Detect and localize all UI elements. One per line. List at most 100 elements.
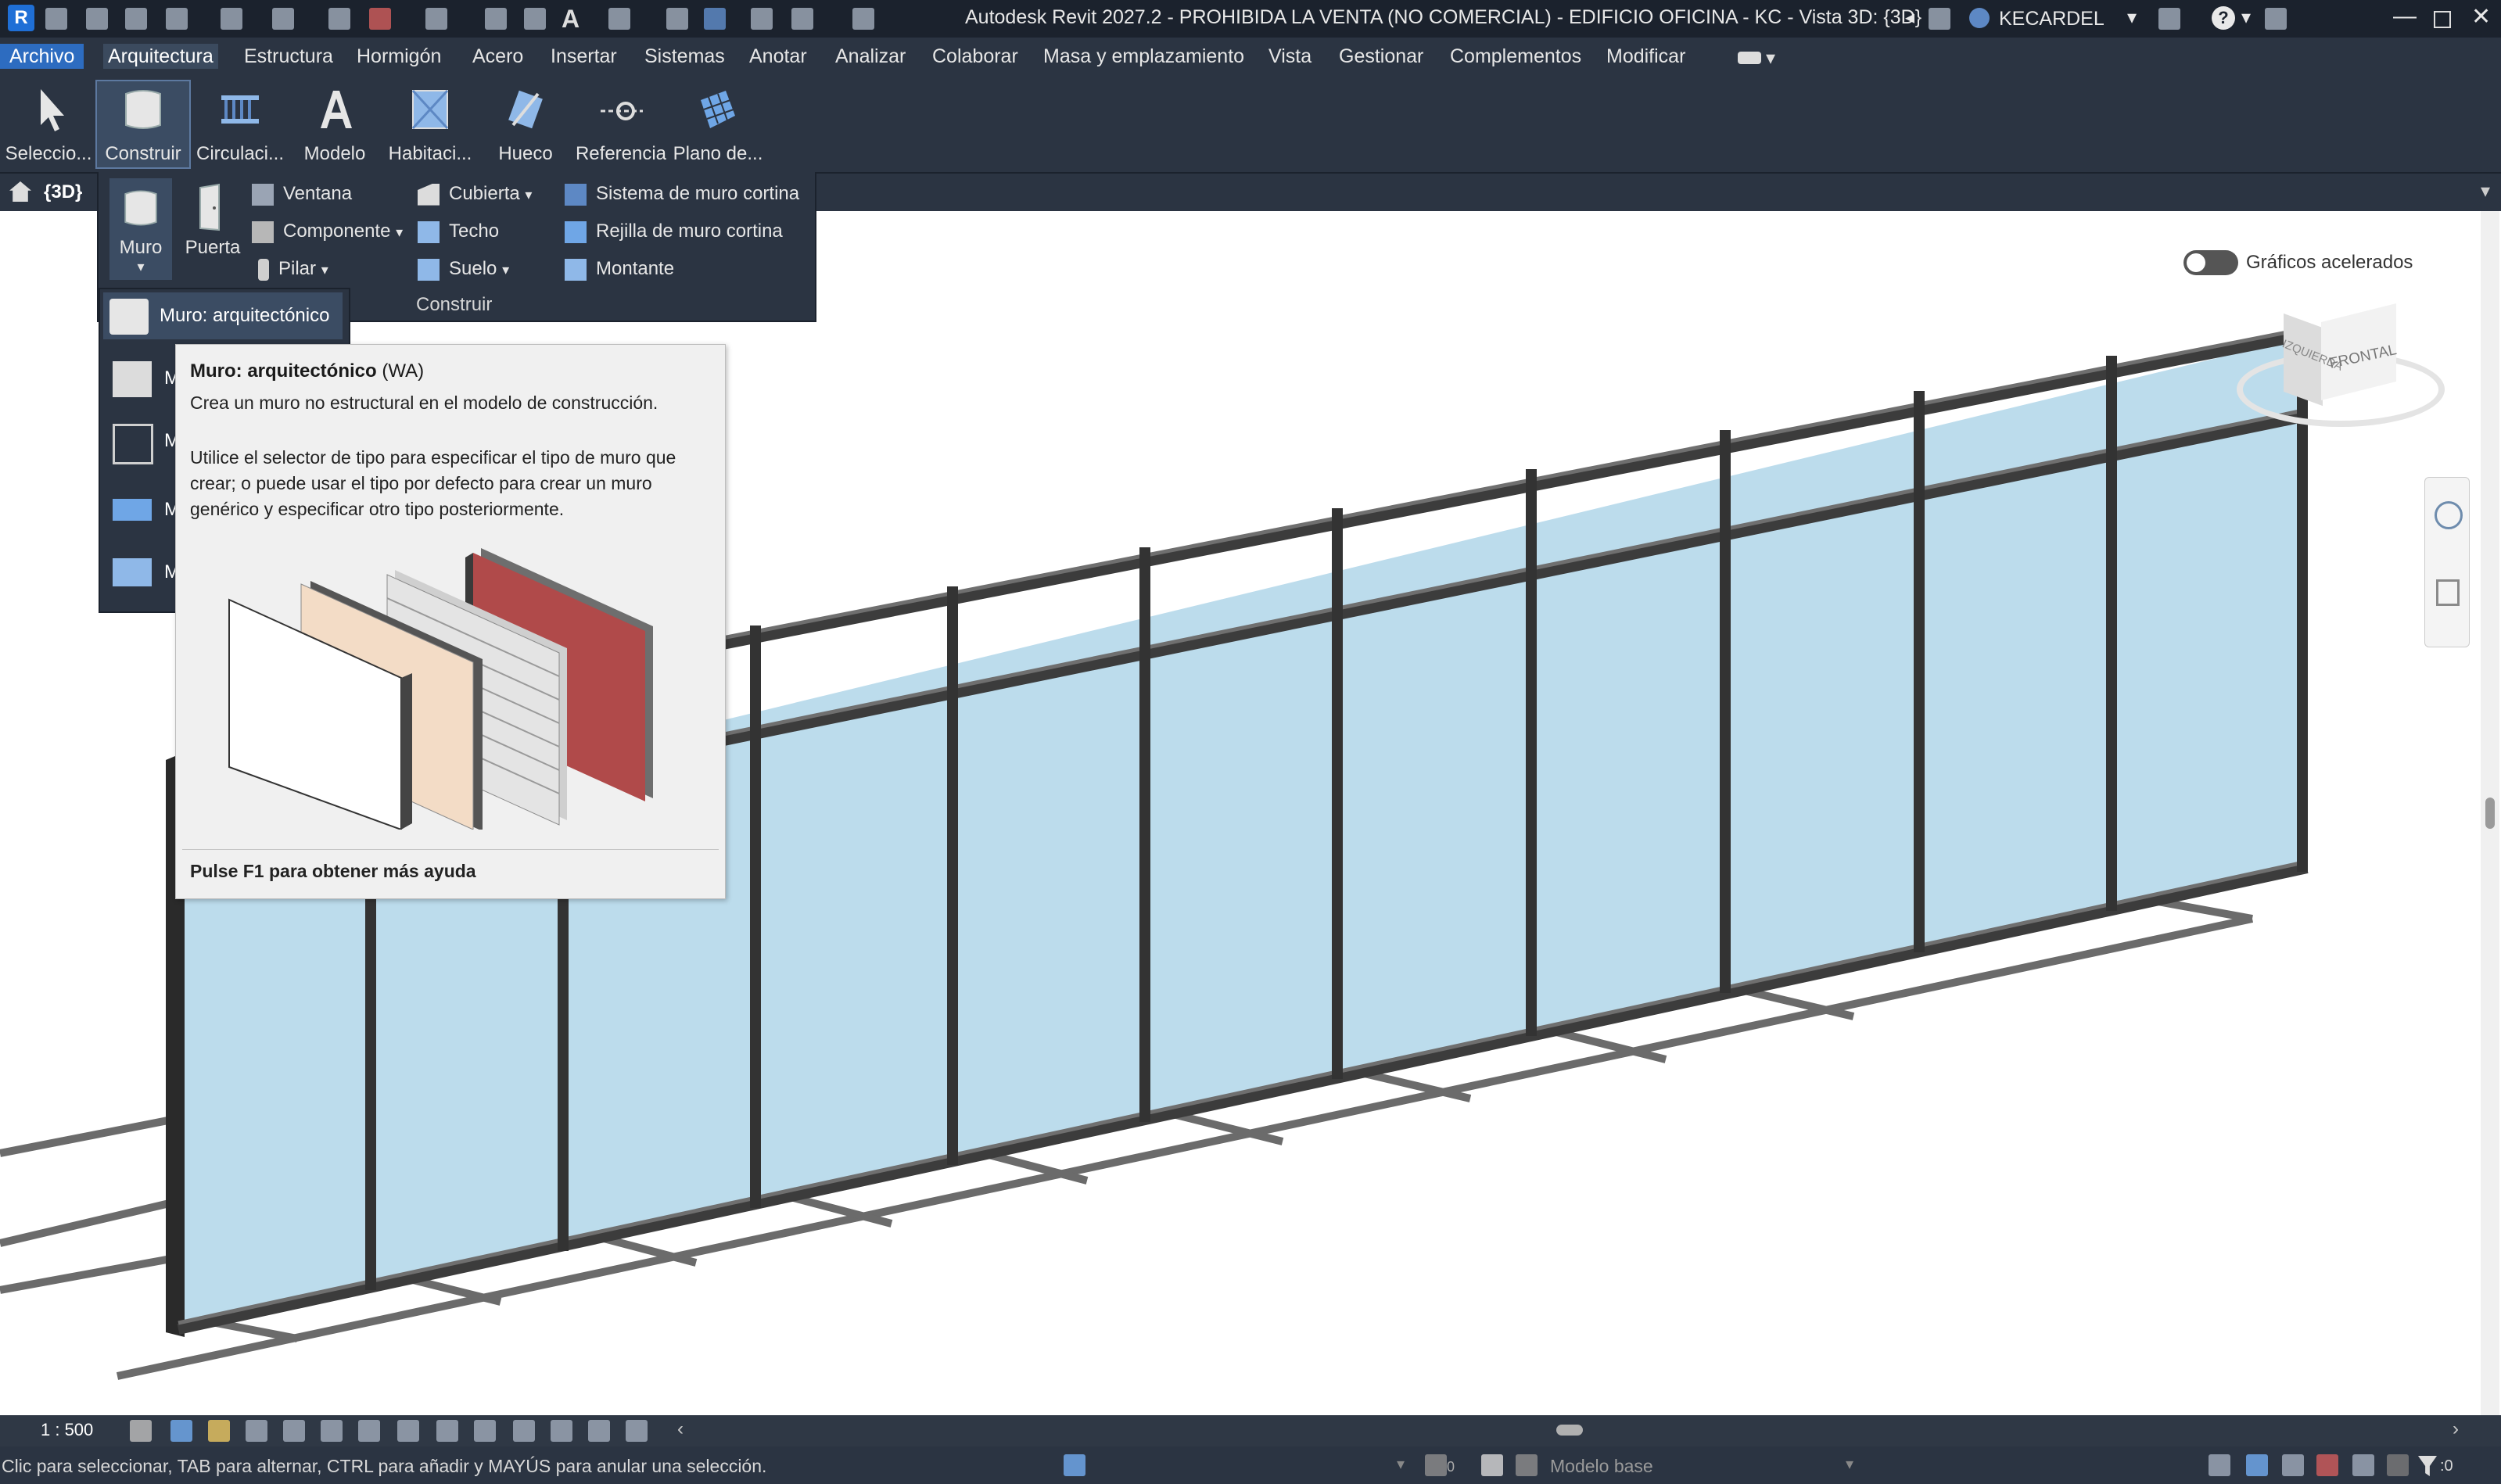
tab-modificar[interactable]: Modificar [1602, 44, 1690, 69]
scale-selector[interactable]: 1 : 500 [41, 1420, 93, 1440]
redo-icon[interactable] [272, 8, 294, 30]
ribbon-display-dropdown-icon[interactable]: ▾ [1766, 47, 1775, 70]
view-tab-3d[interactable]: {3D} [44, 181, 82, 203]
tab-analizar[interactable]: Analizar [831, 44, 910, 69]
highlight-displacement-icon[interactable] [551, 1420, 572, 1442]
construir-button[interactable]: Construir [95, 80, 191, 169]
dimension-icon[interactable] [485, 8, 507, 30]
tab-vista[interactable]: Vista [1264, 44, 1316, 69]
tag-icon[interactable] [524, 8, 546, 30]
tab-masa-emplazamiento[interactable]: Masa y emplazamiento [1039, 44, 1249, 69]
modelo-button[interactable]: Modelo [294, 81, 375, 167]
undo-icon[interactable] [221, 8, 242, 30]
tab-hormigon[interactable]: Hormigón [352, 44, 446, 69]
steering-wheel-icon[interactable] [2435, 501, 2463, 529]
worksharing-display-icon[interactable] [626, 1420, 648, 1442]
reveal-constraints-icon[interactable] [588, 1420, 610, 1442]
componente-button[interactable]: Componente ▾ [252, 220, 403, 243]
design-options-icon[interactable] [1481, 1454, 1503, 1476]
circulacion-button[interactable]: Circulaci... [194, 81, 286, 167]
tab-sistemas[interactable]: Sistemas [640, 44, 730, 69]
user-icon[interactable] [1969, 8, 1990, 28]
switch-windows-icon[interactable] [791, 8, 813, 30]
crop-region-icon[interactable] [358, 1420, 380, 1442]
ribbon-display-icon[interactable] [1738, 52, 1761, 64]
componente-dropdown-icon[interactable]: ▾ [396, 224, 403, 240]
filter-icon[interactable] [2418, 1456, 2437, 1476]
horizontal-scroll-thumb[interactable] [1556, 1425, 1583, 1436]
model-dropdown-icon[interactable]: ▾ [1846, 1454, 1853, 1474]
vertical-scrollbar[interactable] [2481, 211, 2499, 1415]
text-icon[interactable]: A [562, 5, 580, 34]
cubierta-dropdown-icon[interactable]: ▾ [525, 187, 532, 203]
tab-arquitectura[interactable]: Arquitectura [103, 44, 218, 69]
detail-level-icon[interactable] [130, 1420, 152, 1442]
measure-icon[interactable] [425, 8, 447, 30]
reveal-hidden-icon[interactable] [474, 1420, 496, 1442]
rejilla-muro-cortina-button[interactable]: Rejilla de muro cortina [565, 220, 783, 243]
hueco-button[interactable]: Hueco [486, 81, 565, 167]
suelo-dropdown-icon[interactable]: ▾ [502, 262, 509, 278]
ventana-button[interactable]: Ventana [252, 183, 352, 206]
cart-icon[interactable] [2158, 8, 2180, 30]
muro-button[interactable]: Muro ▾ [109, 178, 172, 280]
vertical-scroll-thumb[interactable] [2485, 798, 2495, 829]
cubierta-button[interactable]: Cubierta ▾ [418, 183, 532, 206]
close-icon[interactable]: ✕ [2471, 3, 2491, 30]
lock-view-icon[interactable] [397, 1420, 419, 1442]
delete-icon[interactable] [369, 8, 391, 30]
puerta-button[interactable]: Puerta [180, 178, 246, 280]
tab-menu-icon[interactable]: ▾ [2481, 180, 2490, 203]
tab-complementos[interactable]: Complementos [1445, 44, 1586, 69]
user-name[interactable]: KECARDEL [1999, 8, 2104, 30]
tab-colaborar[interactable]: Colaborar [928, 44, 1023, 69]
open-folder-icon[interactable] [86, 8, 108, 30]
pilar-dropdown-icon[interactable]: ▾ [321, 262, 328, 278]
user-dropdown-icon[interactable]: ▾ [2127, 6, 2137, 29]
plano-de-trabajo-button[interactable]: Plano de... [673, 81, 763, 167]
revit-logo-icon[interactable]: R [8, 5, 34, 31]
3d-view-icon[interactable] [608, 8, 630, 30]
tab-acero[interactable]: Acero [468, 44, 528, 69]
sistema-muro-cortina-button[interactable]: Sistema de muro cortina [565, 183, 799, 206]
zoom-icon[interactable] [2436, 579, 2460, 606]
crop-view-icon[interactable] [321, 1420, 343, 1442]
restore-icon[interactable] [2434, 11, 2451, 28]
visual-style-icon[interactable] [170, 1420, 192, 1442]
tab-gestionar[interactable]: Gestionar [1334, 44, 1428, 69]
view-cube[interactable]: IZQUIERDA FRONTAL [2229, 297, 2445, 430]
select-links-icon[interactable] [2209, 1454, 2230, 1476]
section-icon[interactable] [666, 8, 688, 30]
tab-insertar[interactable]: Insertar [546, 44, 622, 69]
scroll-right-icon[interactable]: › [2453, 1418, 2459, 1440]
help-icon[interactable]: ? [2212, 6, 2235, 30]
infocenter-icon[interactable] [2265, 8, 2287, 30]
home-icon[interactable] [45, 8, 67, 30]
binoculars-icon[interactable] [1929, 8, 1950, 30]
editable-only-icon[interactable] [1425, 1454, 1447, 1476]
analytical-model-icon[interactable] [513, 1420, 535, 1442]
main-model-icon[interactable] [1516, 1454, 1538, 1476]
sync-icon[interactable] [166, 8, 188, 30]
muro-dropdown-icon[interactable]: ▾ [109, 259, 172, 275]
select-underlay-icon[interactable] [2246, 1454, 2268, 1476]
scroll-left-icon[interactable]: ‹ [677, 1418, 684, 1440]
minimize-icon[interactable]: — [2393, 3, 2417, 30]
home-view-icon[interactable] [9, 181, 31, 202]
shadows-icon[interactable] [246, 1420, 267, 1442]
nav-arrow-left-icon[interactable]: ◂ [1905, 6, 1914, 29]
flyout-item-muro-arquitectonico[interactable]: Muro: arquitectónico [103, 292, 343, 339]
thin-lines-icon[interactable] [704, 8, 726, 30]
techo-button[interactable]: Techo [418, 220, 499, 243]
habitacion-button[interactable]: Habitaci... [383, 81, 477, 167]
referencia-button[interactable]: Referencia [572, 81, 669, 167]
customize-qat-icon[interactable] [852, 8, 874, 30]
accel-graphics-toggle[interactable] [2183, 250, 2238, 275]
worksharing-icon[interactable] [1064, 1454, 1085, 1476]
print-icon[interactable] [328, 8, 350, 30]
workset-dropdown-icon[interactable]: ▾ [1397, 1454, 1405, 1474]
render-icon[interactable] [283, 1420, 305, 1442]
montante-button[interactable]: Montante [565, 258, 674, 281]
tab-estructura[interactable]: Estructura [239, 44, 338, 69]
help-dropdown-icon[interactable]: ▾ [2241, 6, 2251, 29]
